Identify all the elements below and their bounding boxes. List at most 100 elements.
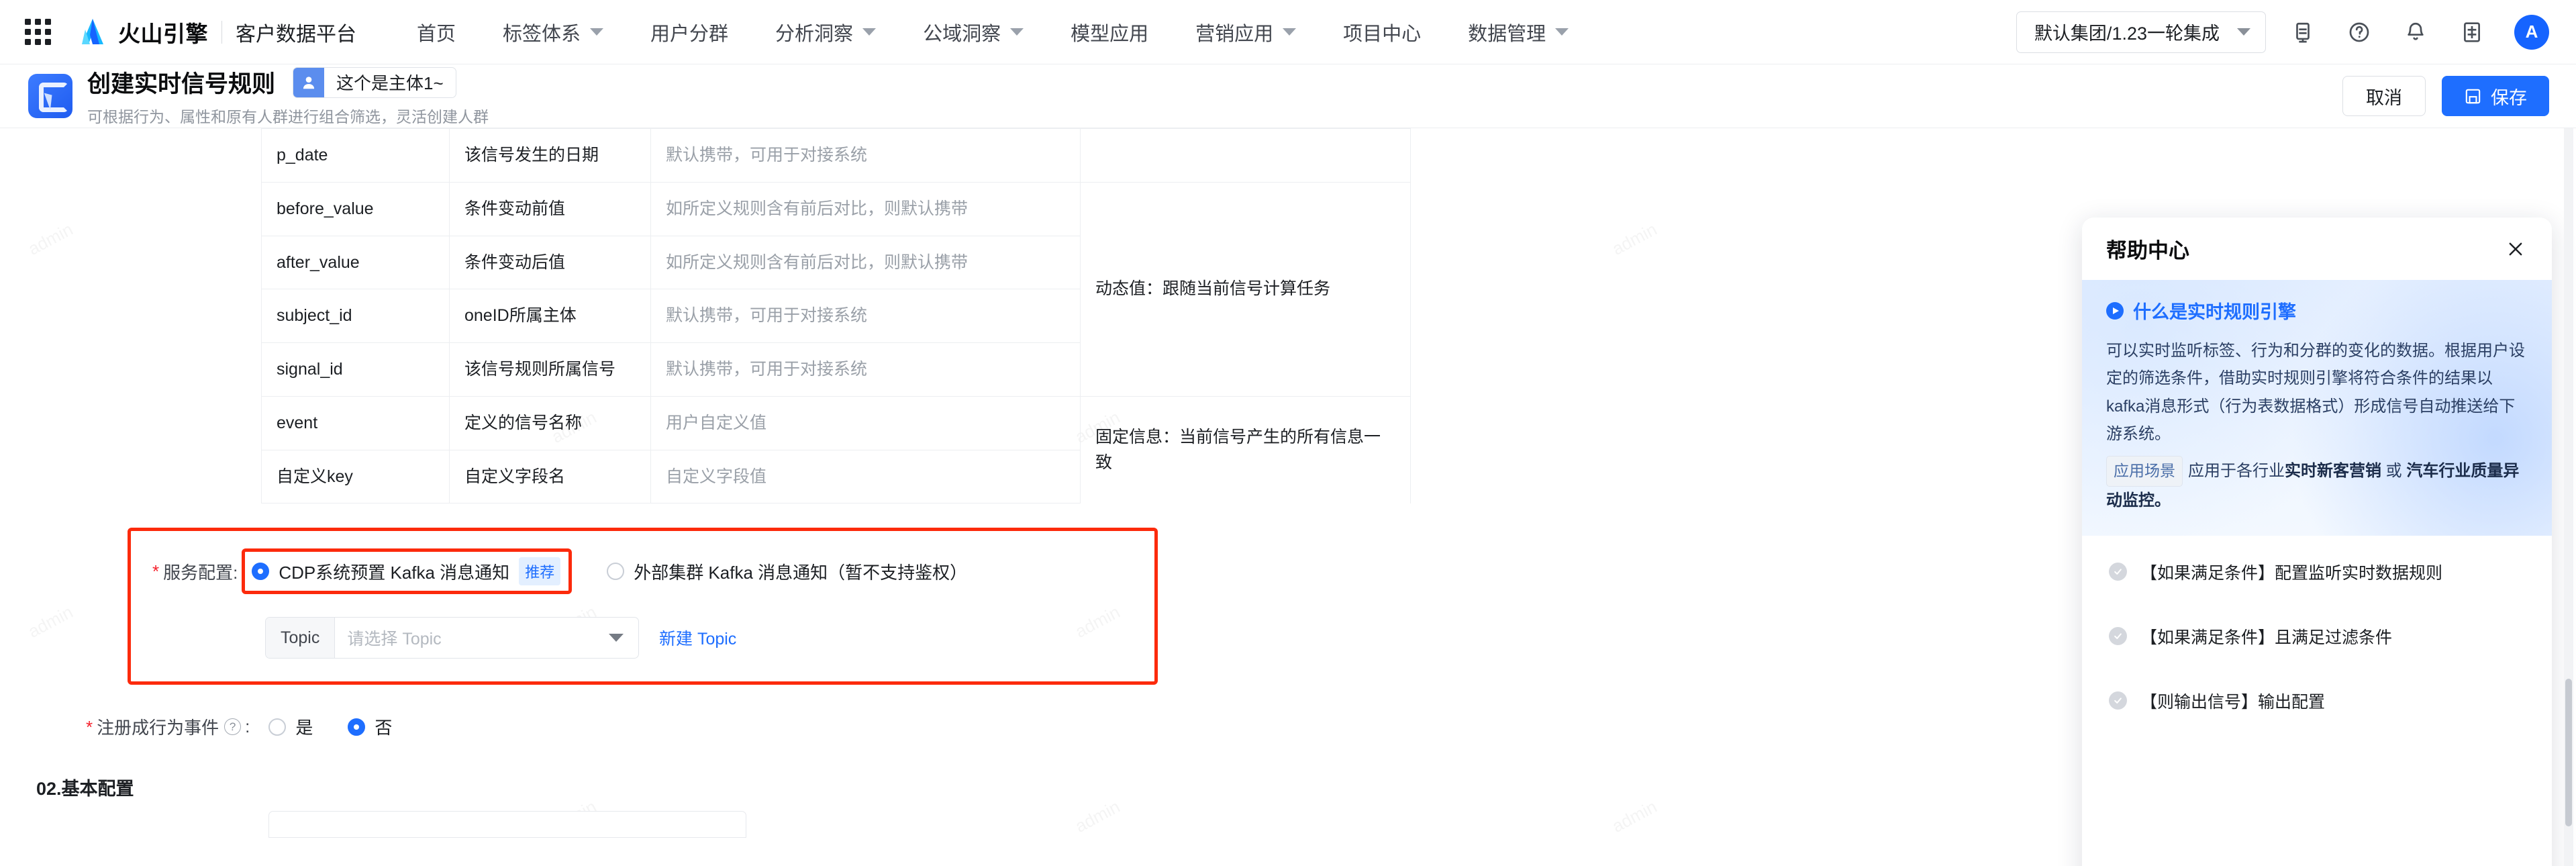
topic-row: Topic 请选择 Topic 新建 Topic bbox=[265, 617, 1154, 659]
field-value: 如所定义规则含有前后对比，则默认携带 bbox=[650, 235, 1081, 289]
save-disk-icon bbox=[2465, 89, 2481, 103]
help-center-header: 帮助中心 bbox=[2082, 218, 2552, 280]
help-hero-link[interactable]: 什么是实时规则引擎 bbox=[2106, 297, 2528, 324]
field-note-empty bbox=[1080, 128, 1411, 183]
field-key: p_date bbox=[261, 128, 450, 183]
help-center-hero: 什么是实时规则引擎 可以实时监听标签、行为和分群的变化的数据。根据用户设定的筛选… bbox=[2082, 280, 2552, 536]
field-key: event bbox=[261, 395, 450, 450]
field-key: after_value bbox=[261, 235, 450, 289]
page-header-title-row: 创建实时信号规则 这个是主体1~ bbox=[87, 65, 489, 99]
service-config-label-text: 服务配置: bbox=[163, 562, 238, 583]
feedback-icon[interactable] bbox=[2283, 13, 2322, 52]
new-topic-link[interactable]: 新建 Topic bbox=[659, 626, 736, 650]
tenant-selector[interactable]: 默认集团/1.23一轮集成 bbox=[2016, 11, 2266, 53]
brand-name: 火山引擎 bbox=[118, 21, 208, 46]
nav-item-data-management[interactable]: 数据管理 bbox=[1468, 18, 1569, 46]
field-desc: 自定义字段名 bbox=[449, 449, 651, 504]
nav-item-model-application[interactable]: 模型应用 bbox=[1071, 18, 1148, 46]
bell-icon[interactable] bbox=[2396, 13, 2435, 52]
nav-item-label: 数据管理 bbox=[1468, 23, 1546, 45]
app-grid-icon[interactable] bbox=[23, 17, 52, 47]
radio-dot-selected-icon bbox=[348, 718, 366, 736]
help-list-item-3[interactable]: 【则输出信号】输出配置 bbox=[2082, 669, 2552, 733]
nav-item-public-insight[interactable]: 公域洞察 bbox=[923, 18, 1024, 46]
basic-config-card-top-edge bbox=[268, 811, 746, 838]
check-circle-icon bbox=[2109, 691, 2127, 710]
page-scrollbar-thumb[interactable] bbox=[2565, 679, 2572, 826]
nav-item-user-segments[interactable]: 用户分群 bbox=[650, 18, 728, 46]
nav-item-label: 标签体系 bbox=[503, 23, 581, 45]
top-navigation-bar: 火山引擎 客户数据平台 首页 标签体系 用户分群 分析洞察 公域洞察 模型应用 … bbox=[0, 0, 2576, 64]
radio-register-no[interactable]: 否 bbox=[348, 714, 392, 739]
service-config-row: * 服务配置: CDP系统预置 Kafka 消息通知 推荐 外部集群 Kafka… bbox=[131, 548, 1154, 595]
nav-item-project-center[interactable]: 项目中心 bbox=[1343, 18, 1421, 46]
chevron-down-icon bbox=[1283, 28, 1297, 36]
user-avatar[interactable]: A bbox=[2514, 14, 2549, 50]
help-list-item-1[interactable]: 【如果满足条件】配置监听实时数据规则 bbox=[2082, 540, 2552, 604]
save-button[interactable]: 保存 bbox=[2442, 76, 2549, 116]
brand-logo-group[interactable]: 火山引擎 客户数据平台 bbox=[77, 16, 356, 48]
subject-chip[interactable]: 这个是主体1~ bbox=[293, 66, 456, 98]
signal-field-spec-table: p_date 该信号发生的日期 默认携带，可用于对接系统 before_valu… bbox=[261, 128, 1411, 504]
nav-item-label: 首页 bbox=[417, 23, 456, 45]
nav-item-home[interactable]: 首页 bbox=[417, 18, 456, 46]
radio-label: 否 bbox=[375, 718, 393, 738]
close-icon[interactable] bbox=[2502, 236, 2529, 262]
topic-select-placeholder: 请选择 Topic bbox=[347, 630, 442, 649]
radio-register-yes[interactable]: 是 bbox=[268, 714, 313, 739]
radio-cdp-preset-kafka[interactable]: CDP系统预置 Kafka 消息通知 推荐 bbox=[252, 557, 561, 586]
service-config-option1-highlight: CDP系统预置 Kafka 消息通知 推荐 bbox=[242, 548, 573, 595]
field-desc: 定义的信号名称 bbox=[449, 395, 651, 450]
language-cn-icon[interactable] bbox=[2453, 13, 2491, 52]
chevron-down-icon bbox=[2237, 28, 2250, 36]
service-config-highlight-box: * 服务配置: CDP系统预置 Kafka 消息通知 推荐 外部集群 Kafka… bbox=[128, 528, 1158, 685]
page-header-text: 创建实时信号规则 这个是主体1~ 可根据行为、属性和原有人群进行组合筛选，灵活创… bbox=[87, 65, 489, 127]
page-scrollbar[interactable] bbox=[2564, 128, 2573, 866]
nav-item-tag-system[interactable]: 标签体系 bbox=[503, 18, 604, 46]
page-title: 创建实时信号规则 bbox=[87, 71, 276, 97]
field-value: 自定义字段值 bbox=[650, 449, 1081, 504]
realtime-signal-icon bbox=[28, 74, 72, 118]
register-event-colon: : bbox=[245, 716, 250, 737]
radio-external-cluster-kafka[interactable]: 外部集群 Kafka 消息通知（暂不支持鉴权） bbox=[607, 559, 967, 584]
help-list-item-2[interactable]: 【如果满足条件】且满足过滤条件 bbox=[2082, 604, 2552, 669]
required-asterisk: * bbox=[86, 716, 93, 737]
chevron-down-icon bbox=[1010, 28, 1024, 36]
page-content: admin admin admin admin admin admin admi… bbox=[0, 128, 2576, 866]
nav-item-analysis-insight[interactable]: 分析洞察 bbox=[775, 18, 877, 46]
radio-dot-icon bbox=[607, 563, 625, 581]
register-event-label: * 注册成行为事件 ? : bbox=[86, 714, 250, 739]
scene-mid: 或 bbox=[2381, 462, 2407, 481]
nav-item-label: 分析洞察 bbox=[775, 23, 854, 45]
scene-tag-badge: 应用场景 bbox=[2106, 456, 2183, 487]
subject-chip-label: 这个是主体1~ bbox=[336, 73, 444, 93]
radio-label: 外部集群 Kafka 消息通知（暂不支持鉴权） bbox=[634, 562, 968, 583]
help-list-item-label: 【如果满足条件】且满足过滤条件 bbox=[2140, 628, 2393, 647]
field-desc: 该信号发生的日期 bbox=[449, 128, 651, 183]
nav-item-marketing-application[interactable]: 营销应用 bbox=[1195, 18, 1297, 46]
field-desc: 条件变动前值 bbox=[449, 181, 651, 236]
subject-avatar-icon bbox=[293, 67, 325, 97]
field-key: 自定义key bbox=[261, 449, 450, 504]
cancel-button-label: 取消 bbox=[2366, 87, 2402, 108]
topic-select[interactable]: Topic 请选择 Topic bbox=[265, 617, 639, 659]
topic-addon-label: Topic bbox=[266, 618, 336, 659]
field-note: 动态值：跟随当前信号计算任务 bbox=[1080, 181, 1411, 397]
nav-item-label: 项目中心 bbox=[1343, 23, 1422, 45]
table-row: p_date 该信号发生的日期 默认携带，可用于对接系统 bbox=[261, 128, 1411, 183]
cancel-button[interactable]: 取消 bbox=[2342, 76, 2426, 116]
recommended-badge: 推荐 bbox=[519, 557, 561, 586]
question-circle-icon[interactable]: ? bbox=[224, 718, 242, 736]
help-center-list: 【如果满足条件】配置监听实时数据规则 【如果满足条件】且满足过滤条件 【则输出信… bbox=[2082, 535, 2552, 866]
field-note: 固定信息：当前信号产生的所有信息一致 bbox=[1080, 395, 1411, 503]
nav-item-label: 营销应用 bbox=[1195, 23, 1274, 45]
field-desc: 该信号规则所属信号 bbox=[449, 342, 651, 397]
field-value: 默认携带，可用于对接系统 bbox=[650, 342, 1081, 397]
help-center-panel: 帮助中心 什么是实时规则引擎 可以实时监听标签、行为和分群的变化的数据。根据用户… bbox=[2082, 218, 2552, 866]
help-circle-icon[interactable] bbox=[2340, 13, 2379, 52]
field-key: signal_id bbox=[261, 342, 450, 397]
nav-item-label: 用户分群 bbox=[650, 23, 729, 45]
field-value: 如所定义规则含有前后对比，则默认携带 bbox=[650, 181, 1081, 236]
help-center-title: 帮助中心 bbox=[2106, 239, 2189, 262]
chevron-down-icon bbox=[609, 634, 624, 642]
